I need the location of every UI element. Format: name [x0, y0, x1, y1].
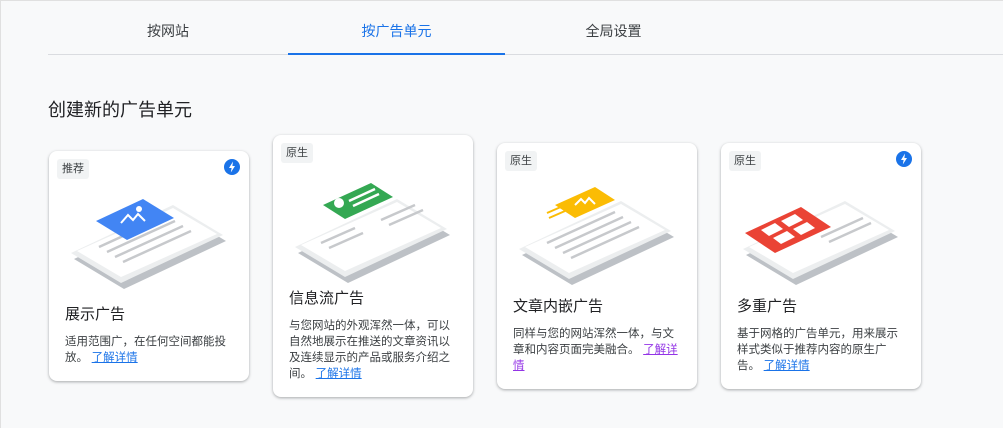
in-feed-ad-illustration	[295, 183, 450, 283]
card-in-article-ads[interactable]: 原生 文章内嵌广告 同样与您的网站浑然一体，与文章和内容页面完美融合。 了解详情	[497, 143, 697, 389]
tab-by-ad-unit[interactable]: 按广告单元	[288, 7, 505, 55]
card-description: 与您网站的外观浑然一体，可以自然地展示在推送的文章资讯以及连续显示的产品或服务介…	[289, 318, 450, 380]
lightning-icon	[224, 159, 240, 175]
tab-by-site[interactable]: 按网站	[48, 7, 288, 54]
lightning-icon	[896, 151, 912, 167]
tab-global-settings-label: 全局设置	[585, 24, 642, 40]
native-badge: 原生	[281, 143, 313, 163]
card-title: 文章内嵌广告	[513, 297, 604, 315]
display-ad-illustration	[71, 199, 226, 289]
native-badge: 原生	[729, 151, 761, 171]
left-divider	[0, 0, 1, 428]
card-title: 信息流广告	[289, 289, 365, 307]
native-badge: 原生	[505, 151, 537, 171]
card-description: 同样与您的网站浑然一体，与文章和内容页面完美融合。 了解详情	[513, 326, 678, 372]
top-divider	[0, 0, 1003, 1]
tab-global-settings[interactable]: 全局设置	[505, 7, 722, 54]
card-title: 多重广告	[737, 297, 798, 315]
card-title: 展示广告	[65, 305, 126, 323]
card-in-feed-ads[interactable]: 原生 信息流广告 与您网站的外观浑然一体，可以自然地展示在推送的文章资讯以及连续…	[273, 135, 473, 397]
tab-by-site-label: 按网站	[147, 24, 189, 40]
card-description: 适用范围广，在任何空间都能投放。 了解详情	[65, 334, 226, 364]
multiplex-ad-illustration	[743, 201, 898, 285]
active-tab-indicator	[288, 53, 505, 55]
card-display-ads[interactable]: 推荐 展示广告 适用范围广，在任何空间都能投放。 了解详情	[49, 151, 249, 381]
learn-more-link[interactable]: 了解详情	[316, 366, 362, 380]
card-description: 基于网格的广告单元，用来展示样式类似于推荐内容的原生广告。 了解详情	[737, 326, 898, 372]
in-article-ad-illustration	[519, 187, 674, 285]
tab-bar: 按网站 按广告单元 全局设置	[48, 7, 1003, 55]
card-multiplex-ads[interactable]: 原生 多重广告 基于网格的广告单元，用来展示样式类似于推荐内容的原生广告。 了解…	[721, 143, 921, 389]
learn-more-link[interactable]: 了解详情	[92, 350, 138, 364]
recommended-badge: 推荐	[57, 159, 89, 179]
learn-more-link[interactable]: 了解详情	[764, 358, 810, 372]
section-title: 创建新的广告单元	[48, 100, 192, 121]
tab-by-ad-unit-label: 按广告单元	[361, 24, 432, 40]
